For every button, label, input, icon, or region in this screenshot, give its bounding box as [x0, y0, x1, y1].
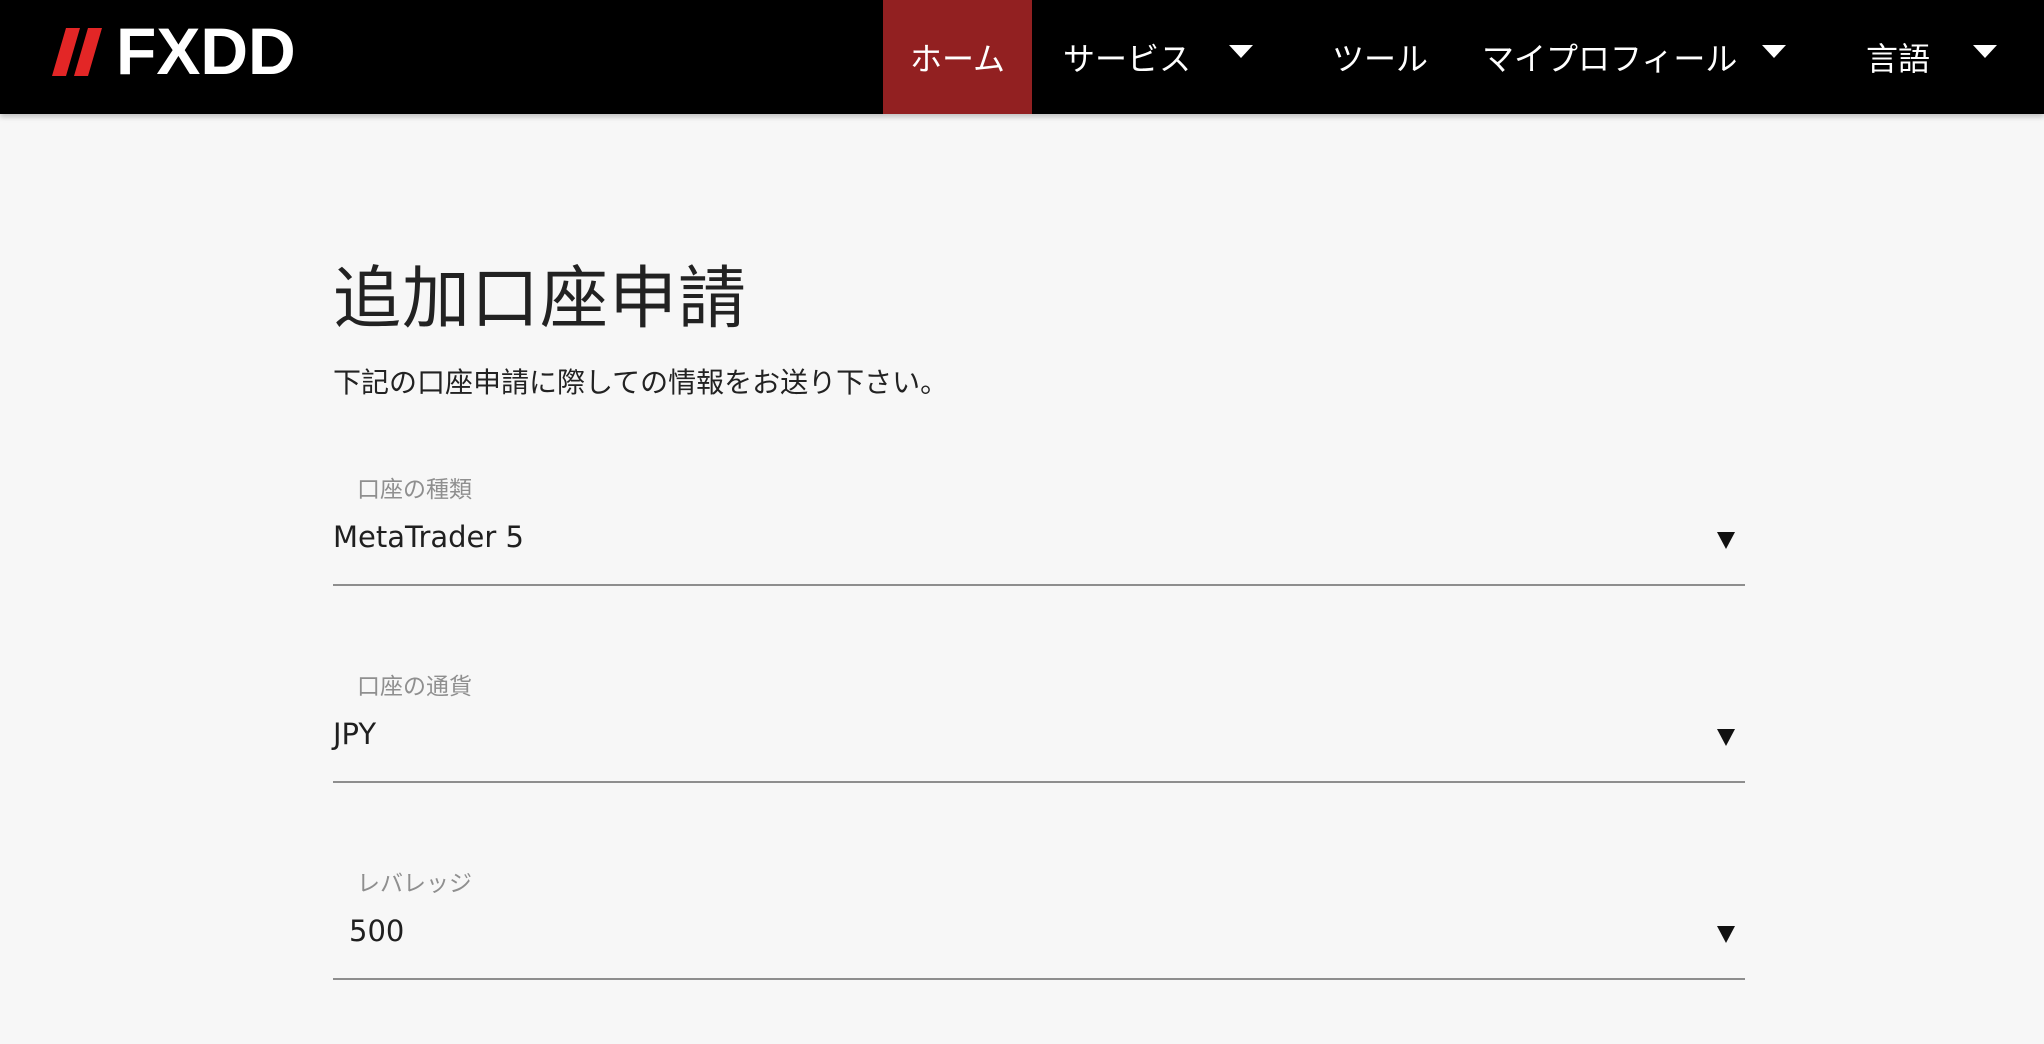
page-title: 追加口座申請 [333, 260, 748, 339]
caret-down-icon [1762, 45, 1786, 58]
nav-my-profile[interactable]: マイプロフィール [1482, 0, 1792, 114]
leverage-label: レバレッジ [357, 871, 472, 897]
account-type-value: MetaTrader 5 [333, 520, 524, 554]
nav-language-label: 言語 [1866, 40, 1931, 78]
top-navigation-bar: FXDD ホーム サービス ツール マイプロフィール 言語 [0, 0, 2044, 114]
nav-home-label: ホーム [909, 40, 1006, 78]
nav-services-label: サービス [1063, 40, 1192, 78]
account-type-underline [333, 584, 1745, 586]
nav-tools[interactable]: ツール [1332, 0, 1482, 114]
leverage-underline [333, 978, 1745, 980]
leverage-value: 500 [349, 914, 405, 948]
nav-tools-label: ツール [1332, 40, 1429, 78]
caret-down-icon [1973, 45, 1997, 58]
page-subtitle: 下記の口座申請に際しての情報をお送り下さい。 [333, 366, 949, 399]
nav-my-profile-label: マイプロフィール [1482, 40, 1738, 78]
account-type-select[interactable]: 口座の種類 MetaTrader 5 [333, 470, 1745, 590]
leverage-select[interactable]: レバレッジ 500 [333, 864, 1745, 984]
account-type-label: 口座の種類 [357, 477, 472, 503]
main-nav: ホーム サービス ツール マイプロフィール 言語 [0, 0, 2044, 114]
account-currency-value: JPY [333, 717, 377, 751]
select-arrow-icon[interactable] [1717, 532, 1735, 549]
caret-down-icon [1229, 45, 1253, 58]
account-currency-underline [333, 781, 1745, 783]
nav-home[interactable]: ホーム [883, 0, 1032, 114]
nav-language[interactable]: 言語 [1866, 0, 2006, 114]
select-arrow-icon[interactable] [1717, 729, 1735, 746]
select-arrow-icon[interactable] [1717, 926, 1735, 943]
account-currency-label: 口座の通貨 [357, 674, 472, 700]
account-currency-select[interactable]: 口座の通貨 JPY [333, 667, 1745, 787]
nav-services[interactable]: サービス [1063, 0, 1263, 114]
